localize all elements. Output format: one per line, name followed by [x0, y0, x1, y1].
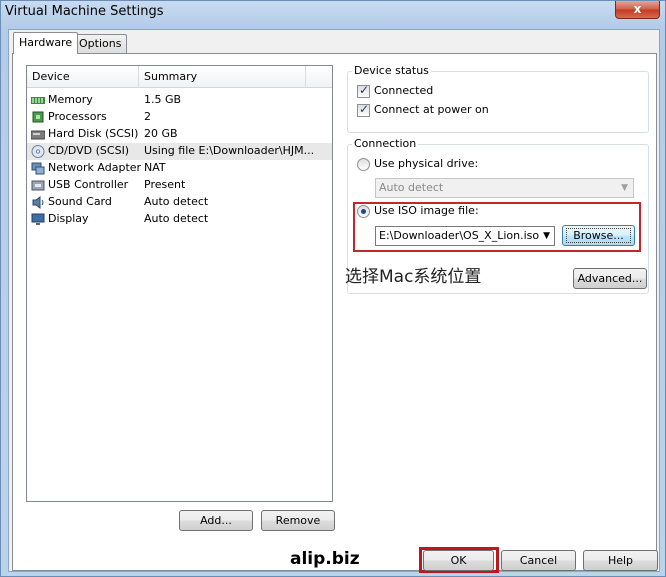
connected-label[interactable]: Connected [374, 84, 433, 97]
device-row-display[interactable]: Display Auto detect [27, 211, 332, 228]
device-name: Hard Disk (SCSI) [48, 127, 139, 140]
cd-dvd-icon [31, 145, 45, 158]
device-summary: Present [144, 178, 186, 191]
device-summary: NAT [144, 161, 166, 174]
iso-image-radio[interactable] [357, 205, 370, 218]
device-list[interactable]: Device Summary Memory 1.5 GB Processors … [26, 65, 333, 502]
hardware-tab-panel: Device Summary Memory 1.5 GB Processors … [12, 53, 657, 571]
device-summary: 2 [144, 110, 151, 123]
hard-disk-icon [31, 130, 45, 140]
sound-card-icon [32, 196, 44, 209]
chevron-down-icon: ▼ [621, 183, 628, 193]
connected-checkbox[interactable] [357, 83, 370, 98]
iso-path-value: E:\Downloader\OS_X_Lion.iso [379, 229, 540, 242]
physical-drive-label[interactable]: Use physical drive: [374, 157, 478, 170]
site-watermark: alip.biz [290, 549, 360, 569]
help-button[interactable]: Help [583, 550, 658, 571]
device-name: CD/DVD (SCSI) [48, 144, 130, 157]
column-header-device[interactable]: Device [27, 66, 139, 88]
close-button[interactable]: x [615, 1, 660, 19]
device-summary: Auto detect [144, 212, 209, 225]
device-row-network-adapter[interactable]: Network Adapter NAT [27, 160, 332, 177]
connect-at-power-on-label[interactable]: Connect at power on [374, 103, 489, 116]
add-device-button[interactable]: Add... [179, 510, 253, 531]
column-header-summary[interactable]: Summary [139, 66, 306, 88]
close-icon: x [633, 2, 642, 16]
connection-label: Connection [352, 137, 419, 150]
usb-icon [31, 180, 45, 191]
device-name: Display [48, 212, 89, 225]
list-header: Device Summary [27, 66, 332, 88]
device-status-group: Device status [347, 64, 649, 133]
physical-drive-value: Auto detect [379, 181, 444, 194]
browse-label: Browse... [566, 228, 631, 243]
remove-device-button[interactable]: Remove [261, 510, 335, 531]
network-adapter-icon [31, 162, 45, 175]
device-name: USB Controller [48, 178, 129, 191]
device-row-cd-dvd[interactable]: CD/DVD (SCSI) Using file E:\Downloader\H… [27, 143, 332, 160]
device-name: Memory [48, 93, 93, 106]
iso-path-combobox[interactable]: E:\Downloader\OS_X_Lion.iso ▼ [375, 226, 555, 246]
title-bar[interactable]: Virtual Machine Settings x [1, 1, 665, 25]
device-status-label: Device status [352, 64, 431, 77]
device-summary: 20 GB [144, 127, 178, 140]
memory-icon [31, 97, 45, 104]
chevron-down-icon: ▼ [543, 231, 550, 241]
processor-icon [32, 111, 44, 123]
dialog-body: Hardware Options Device Summary Memory 1… [8, 29, 660, 572]
connect-at-power-on-checkbox[interactable] [357, 102, 370, 117]
device-row-processors[interactable]: Processors 2 [27, 109, 332, 126]
display-icon [31, 213, 45, 225]
device-row-usb-controller[interactable]: USB Controller Present [27, 177, 332, 194]
device-row-hard-disk[interactable]: Hard Disk (SCSI) 20 GB [27, 126, 332, 143]
advanced-button[interactable]: Advanced... [573, 268, 647, 289]
window-title: Virtual Machine Settings [5, 4, 164, 19]
device-name: Network Adapter [48, 161, 142, 174]
device-summary: 1.5 GB [144, 93, 182, 106]
physical-drive-radio[interactable] [357, 158, 370, 171]
device-name: Processors [48, 110, 107, 123]
device-row-memory[interactable]: Memory 1.5 GB [27, 92, 332, 109]
ok-button[interactable]: OK [423, 550, 494, 571]
browse-button[interactable]: Browse... [562, 225, 635, 246]
device-summary: Using file E:\Downloader\HJM... [144, 144, 315, 157]
iso-image-label[interactable]: Use ISO image file: [374, 204, 479, 217]
tab-hardware[interactable]: Hardware [13, 32, 79, 54]
window: Virtual Machine Settings x Hardware Opti… [0, 0, 666, 577]
annotation-text: 选择Mac系统位置 [345, 267, 482, 287]
tab-options[interactable]: Options [73, 34, 128, 54]
physical-drive-select[interactable]: Auto detect ▼ [375, 178, 634, 198]
device-summary: Auto detect [144, 195, 209, 208]
device-name: Sound Card [48, 195, 112, 208]
device-row-sound-card[interactable]: Sound Card Auto detect [27, 194, 332, 211]
cancel-button[interactable]: Cancel [501, 550, 576, 571]
